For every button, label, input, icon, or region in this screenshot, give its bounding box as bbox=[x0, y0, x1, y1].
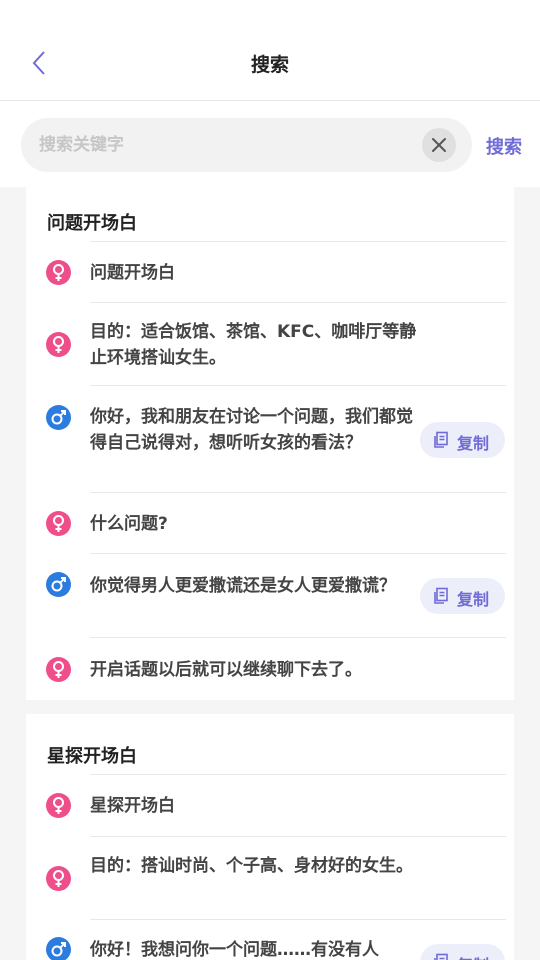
list-item: 目的：适合饭馆、茶馆、KFC、咖啡厅等静止环境搭讪女生。 bbox=[90, 322, 417, 368]
copy-label: 复制 bbox=[457, 590, 490, 609]
list-item: 你觉得男人更爱撒谎还是女人更爱撒谎？ bbox=[90, 576, 396, 596]
search-button[interactable]: 搜索 bbox=[486, 133, 522, 159]
copy-icon bbox=[434, 587, 448, 604]
search-bar: 搜索 bbox=[0, 101, 540, 187]
male-icon bbox=[46, 937, 71, 960]
copy-label: 复制 bbox=[457, 434, 490, 453]
opener-card: 问题开场白 问题开场白 目的：适合饭馆、茶馆、KFC、咖啡厅等静止环境搭讪女生。… bbox=[26, 187, 514, 700]
female-icon bbox=[46, 866, 71, 891]
list-item: 你好，我和朋友在讨论一个问题，我们都觉得自己说得对，想听听女孩的看法？ bbox=[90, 407, 413, 453]
page-title: 搜索 bbox=[250, 54, 289, 76]
female-icon bbox=[46, 511, 71, 536]
female-icon bbox=[46, 793, 71, 818]
copy-label: 复制 bbox=[457, 952, 489, 960]
divider bbox=[90, 919, 506, 920]
scout-opener-card: 星探开场白 星探开场白 目的：搭讪时尚、个子高、身材好的女生。 你好！我想问你一… bbox=[26, 714, 514, 960]
list-item: 你好！我想问你一个问题……有没有人 bbox=[90, 940, 379, 960]
card-title: 问题开场白 bbox=[47, 213, 137, 234]
divider bbox=[90, 774, 506, 775]
divider bbox=[90, 836, 506, 837]
divider bbox=[90, 492, 506, 493]
search-input[interactable] bbox=[39, 118, 419, 172]
divider bbox=[90, 385, 506, 386]
clear-icon[interactable] bbox=[422, 128, 456, 162]
divider bbox=[90, 302, 506, 303]
list-item: 目的：搭讪时尚、个子高、身材好的女生。 bbox=[90, 856, 413, 876]
female-icon bbox=[46, 332, 71, 357]
search-box bbox=[21, 118, 472, 172]
male-icon bbox=[46, 405, 71, 430]
list-item: 问题开场白 bbox=[90, 263, 175, 283]
list-item: 开启话题以后就可以继续聊下去了。 bbox=[90, 660, 362, 680]
card-title: 星探开场白 bbox=[47, 746, 137, 767]
content-list: 问题开场白 问题开场白 目的：适合饭馆、茶馆、KFC、咖啡厅等静止环境搭讪女生。… bbox=[0, 187, 540, 960]
copy-button[interactable]: 复制 bbox=[420, 944, 505, 960]
list-item: 什么问题? bbox=[90, 514, 168, 534]
male-icon bbox=[46, 572, 71, 597]
female-icon bbox=[46, 260, 71, 285]
copy-button[interactable]: 复制 bbox=[420, 422, 505, 458]
copy-icon bbox=[434, 431, 448, 448]
list-item: 星探开场白 bbox=[90, 796, 175, 816]
copy-button[interactable]: 复制 bbox=[420, 578, 505, 614]
female-icon bbox=[46, 657, 71, 682]
copy-icon bbox=[434, 953, 448, 960]
divider bbox=[90, 553, 506, 554]
divider bbox=[90, 241, 506, 242]
header: 搜索 bbox=[0, 0, 540, 101]
divider bbox=[90, 637, 506, 638]
